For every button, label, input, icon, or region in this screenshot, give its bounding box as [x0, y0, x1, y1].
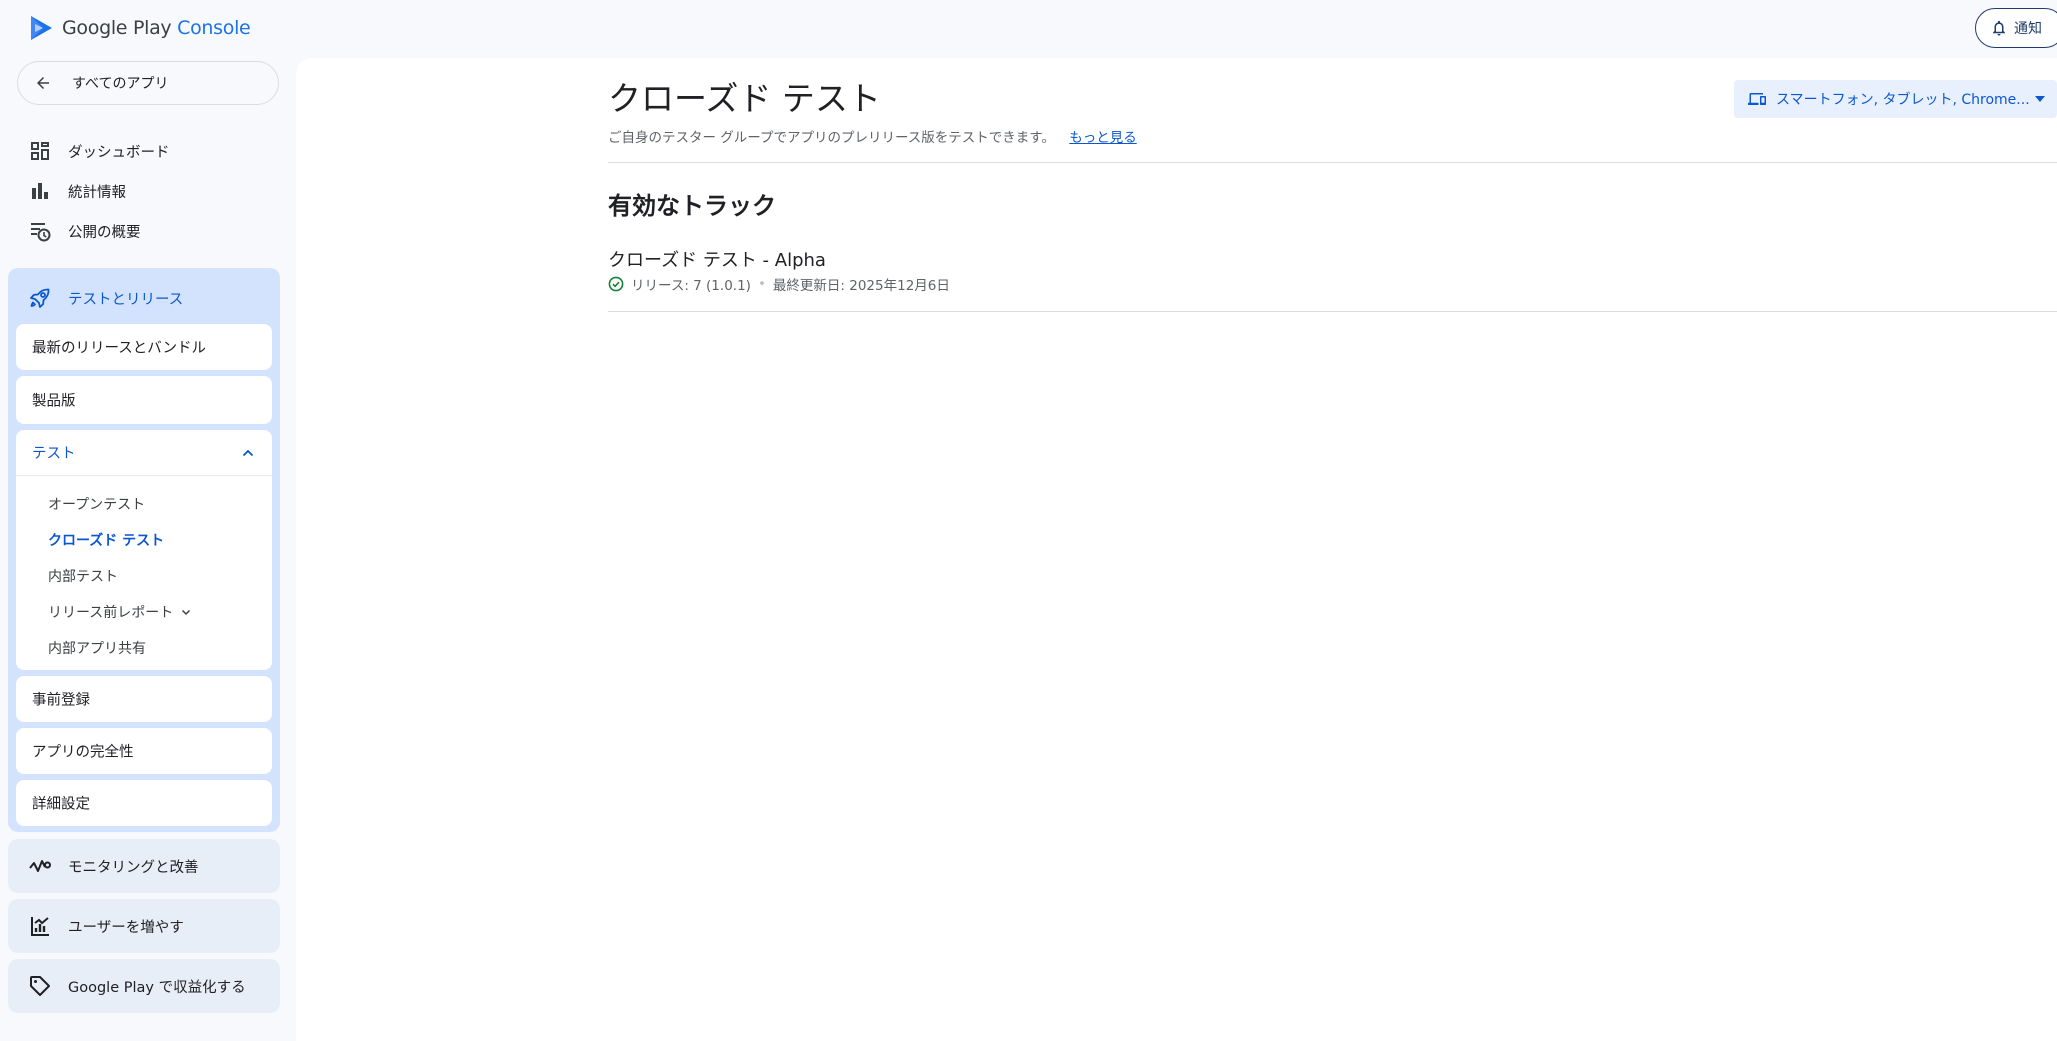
sidebar-item-label: アプリの完全性 [32, 744, 134, 761]
device-filter-label: スマートフォン, タブレット, Chrome... [1776, 92, 2030, 108]
publishing-overview-icon [31, 223, 51, 242]
page-subtitle-text: ご自身のテスター グループでアプリのプレリリース版をテストできます。 [608, 130, 1055, 146]
track-last-updated: 最終更新日: 2025年12月6日 [772, 278, 950, 294]
sidebar-item-label: 公開の概要 [68, 224, 141, 241]
sidebar-group-test-release: テストとリリース 最新のリリースとバンドル 製品版 テスト オープンテスト クロ… [8, 268, 280, 832]
bell-icon [1993, 20, 2005, 36]
caret-down-icon [2035, 96, 2045, 102]
sidebar-item-latest-releases[interactable]: 最新のリリースとバンドル [16, 324, 272, 370]
chevron-down-icon [182, 609, 191, 616]
logo-text: Google Play Console [62, 17, 251, 39]
sidebar-item-dashboard[interactable]: ダッシュボード [28, 133, 170, 169]
header-divider [608, 162, 2057, 163]
learn-more-link[interactable]: もっと見る [1069, 130, 1137, 146]
monitoring-icon [29, 860, 51, 872]
sidebar-group-monitoring[interactable]: モニタリングと改善 [8, 839, 280, 893]
sidebar-subitem-label: クローズド テスト [48, 533, 165, 549]
sidebar-group-label: ユーザーを増やす [68, 919, 184, 936]
track-name-link[interactable]: クローズド テスト - Alpha [608, 246, 826, 272]
sidebar-group-label: テストとリリース [68, 291, 184, 308]
sidebar-subitem-label: 内部テスト [48, 569, 118, 585]
track-divider [608, 311, 2057, 312]
sidebar-subitem-internal-app-sharing[interactable]: 内部アプリ共有 [48, 638, 146, 658]
grow-users-icon [31, 917, 49, 936]
dashboard-icon [31, 142, 49, 160]
device-filter-dropdown[interactable]: スマートフォン, タブレット, Chrome... [1734, 80, 2057, 118]
sidebar-group-header-monetize: Google Play で収益化する [28, 968, 246, 1004]
sidebar-subitem-label: リリース前レポート [48, 605, 174, 621]
sidebar-group-label: モニタリングと改善 [68, 859, 199, 876]
sidebar-item-production[interactable]: 製品版 [16, 376, 272, 424]
sidebar-item-pre-registration[interactable]: 事前登録 [16, 676, 272, 722]
bar-chart-icon [32, 183, 48, 199]
devices-icon [1748, 93, 1766, 105]
sidebar-item-statistics[interactable]: 統計情報 [28, 173, 126, 209]
notifications-label: 通知 [2014, 21, 2042, 37]
rocket-icon [30, 288, 50, 308]
chevron-up-icon [242, 449, 254, 456]
notifications-button[interactable]: 通知 [1975, 8, 2057, 48]
sidebar-subitem-internal-testing[interactable]: 内部テスト [48, 566, 118, 586]
arrow-left-icon [37, 77, 49, 89]
sidebar-section-testing: テスト オープンテスト クローズド テスト 内部テスト リリース前レポート 内部… [16, 430, 272, 670]
sidebar-item-label: ダッシュボード [68, 144, 170, 161]
sidebar-item-publishing-overview[interactable]: 公開の概要 [28, 213, 141, 249]
sidebar-subitem-open-testing[interactable]: オープンテスト [48, 494, 145, 514]
sidebar-subitem-closed-testing[interactable]: クローズド テスト [48, 530, 164, 550]
sidebar-item-label: 詳細設定 [32, 796, 90, 813]
page-subtitle: ご自身のテスター グループでアプリのプレリリース版をテストできます。 もっと見る [608, 126, 1137, 146]
active-tracks-heading: 有効なトラック [608, 192, 776, 220]
sidebar-subitem-pre-launch-report[interactable]: リリース前レポート [48, 602, 193, 622]
check-circle-icon [608, 276, 624, 292]
sidebar-item-label: 製品版 [32, 393, 76, 410]
main-content: クローズド テスト ご自身のテスター グループでアプリのプレリリース版をテストで… [296, 58, 2057, 1041]
sidebar-item-label: 最新のリリースとバンドル [32, 340, 206, 357]
play-console-logo[interactable]: Google Play Console [29, 14, 251, 42]
sidebar-group-header-grow-users: ユーザーを増やす [28, 908, 184, 944]
track-meta: リリース: 7 (1.0.1) • 最終更新日: 2025年12月6日 [608, 274, 950, 294]
sidebar-item-app-integrity[interactable]: アプリの完全性 [16, 728, 272, 774]
sidebar-item-testing-toggle[interactable]: テスト [16, 430, 272, 476]
sidebar-item-label: テスト [32, 446, 76, 462]
sidebar-group-monetize[interactable]: Google Play で収益化する [8, 959, 280, 1013]
sidebar-group-header-monitoring: モニタリングと改善 [28, 848, 199, 884]
sidebar-group-header-test-release[interactable]: テストとリリース [28, 280, 183, 316]
top-bar: Google Play Console 通知 [0, 0, 2057, 58]
sidebar-group-label: Google Play で収益化する [68, 979, 246, 996]
track-release: リリース: 7 (1.0.1) [631, 278, 751, 294]
sidebar-item-advanced-settings[interactable]: 詳細設定 [16, 780, 272, 826]
play-console-logo-icon [31, 16, 52, 40]
sidebar: すべてのアプリ ダッシュボード 統計情報 公開の概要 テストとリリース 最新のリ… [0, 58, 292, 1041]
all-apps-label: すべてのアプリ [72, 76, 169, 92]
sidebar-subitem-label: 内部アプリ共有 [48, 641, 146, 657]
sidebar-item-label: 事前登録 [32, 692, 90, 709]
sidebar-item-label: 統計情報 [68, 184, 126, 201]
sidebar-subitem-label: オープンテスト [48, 497, 146, 513]
sidebar-group-grow-users[interactable]: ユーザーを増やす [8, 899, 280, 953]
tag-icon [30, 976, 50, 996]
page-title: クローズド テスト [608, 79, 881, 118]
all-apps-back-button[interactable]: すべてのアプリ [17, 61, 279, 105]
meta-separator: • [757, 276, 766, 292]
